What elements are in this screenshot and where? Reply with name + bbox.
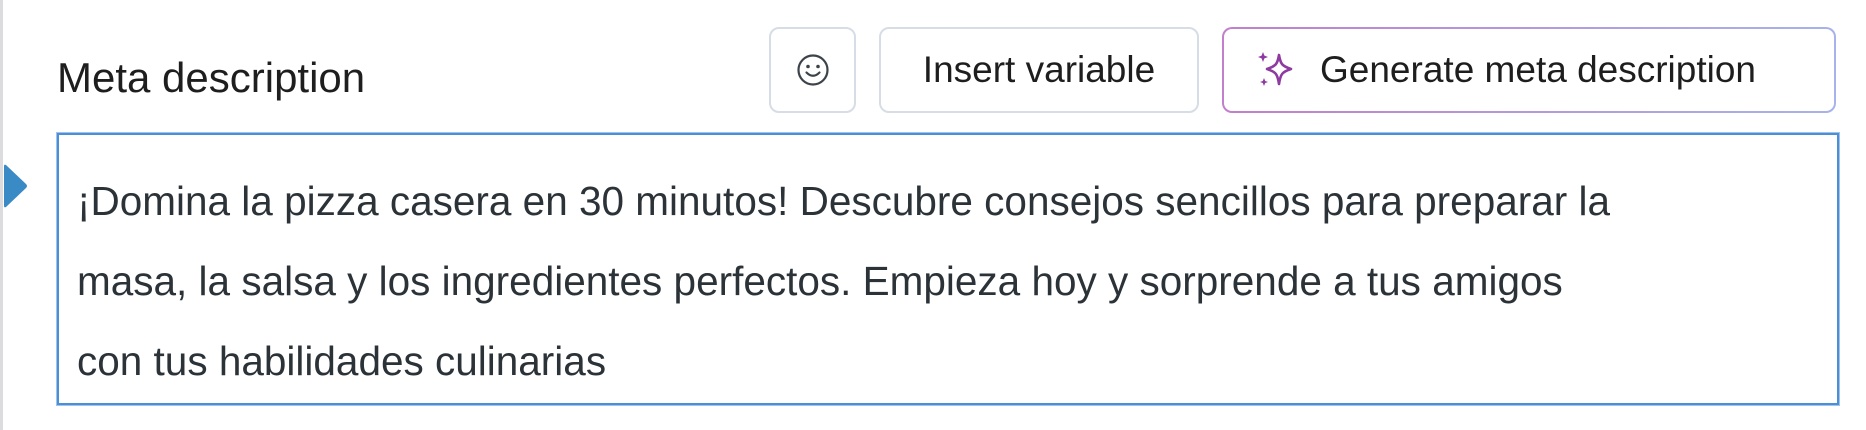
sparkles-icon (1254, 48, 1298, 92)
meta-description-label: Meta description (57, 54, 366, 101)
generate-meta-description-button[interactable]: Generate meta description (1222, 27, 1836, 113)
insert-variable-label: Insert variable (922, 49, 1156, 90)
generate-meta-description-label: Generate meta description (1320, 49, 1757, 90)
textarea-line: masa, la salsa y los ingredientes perfec… (77, 258, 1563, 304)
emoji-picker-button[interactable] (769, 27, 856, 113)
meta-description-textarea[interactable]: ¡Domina la pizza casera en 30 minutos! D… (57, 133, 1839, 405)
focus-marker-icon (2, 164, 28, 213)
meta-description-panel: Meta description Insert variable Generat… (0, 0, 1866, 430)
smiley-face-icon (796, 53, 830, 87)
left-border (0, 0, 3, 430)
textarea-line: ¡Domina la pizza casera en 30 minutos! D… (77, 178, 1611, 224)
textarea-line: con tus habilidades culinarias (77, 338, 607, 384)
insert-variable-button[interactable]: Insert variable (879, 27, 1199, 113)
